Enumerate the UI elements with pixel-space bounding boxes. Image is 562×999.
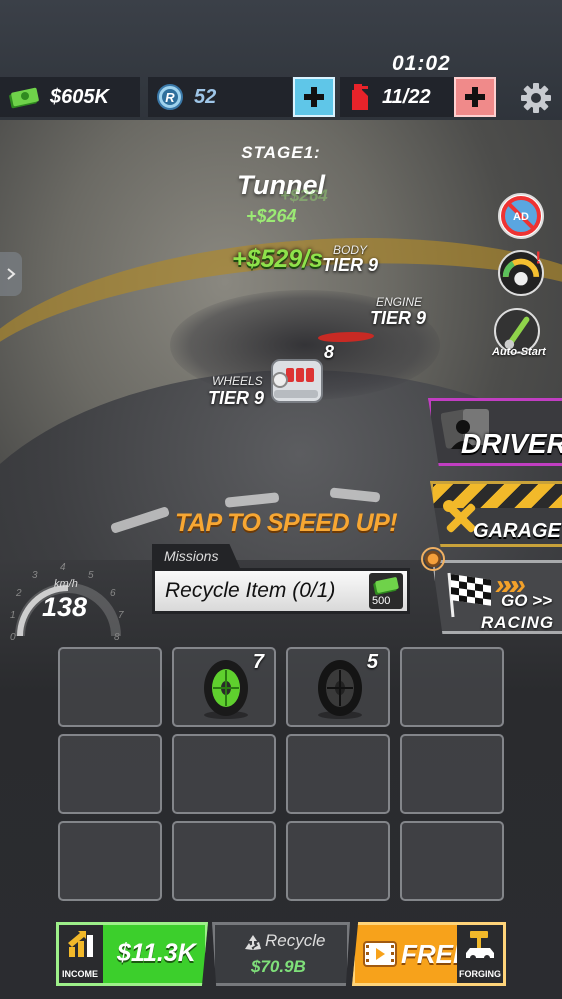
gear-icon	[521, 83, 551, 113]
merge-grid: 7 5	[58, 647, 504, 905]
speed-tick: 2	[15, 588, 22, 599]
grid-slot[interactable]	[58, 647, 162, 727]
body-tier: TIER 9	[322, 255, 379, 275]
income-value: $11.3K	[117, 939, 196, 967]
go-label: GO >>	[501, 591, 553, 610]
speed-unit: km/h	[54, 578, 78, 590]
chevron-right-icon	[7, 268, 16, 280]
no-ads-icon: AD	[501, 196, 541, 236]
forging-icon-box: FORGING	[457, 925, 503, 983]
engine-tier: TIER 9	[370, 308, 427, 328]
stage-label: STAGE1:	[241, 143, 321, 162]
plus-icon	[465, 87, 485, 107]
income-label: INCOME	[62, 969, 98, 979]
grid-slot[interactable]: 7	[172, 647, 276, 727]
grid-slot[interactable]	[286, 821, 390, 901]
speed-tick: 1	[10, 610, 16, 621]
wheels-tier: TIER 9	[208, 388, 265, 408]
grid-slot[interactable]	[172, 821, 276, 901]
tap-hint: TAP TO SPEED UP!	[175, 509, 398, 537]
video-ad-icon	[363, 941, 397, 967]
engine-item[interactable]: 8	[264, 342, 334, 410]
plus-icon	[304, 87, 324, 107]
expand-side-panel-button[interactable]	[0, 252, 22, 296]
racing-label: RACING	[481, 613, 555, 632]
driver-button[interactable]: DRIVER	[428, 398, 562, 466]
fuel-can-icon	[348, 82, 372, 112]
missions-tab: Missions	[152, 544, 240, 568]
speed-tick: 3	[32, 570, 38, 581]
speedometer: 0 1 2 3 4 5 6 7 8 km/h 138	[8, 548, 128, 648]
garage-button[interactable]: GARAGE	[430, 481, 562, 547]
racing-button[interactable]: »»» GO >> RACING	[432, 560, 562, 634]
green-wheel-icon	[204, 660, 248, 719]
item-level: 7	[252, 651, 264, 673]
income-button[interactable]: INCOME $11.3K	[56, 922, 208, 986]
wheels-part-label: WHEELS	[212, 374, 263, 388]
speed-value: 138	[42, 592, 88, 622]
mission-reward: 500	[369, 573, 403, 609]
black-wheel-icon	[318, 660, 362, 719]
add-premium-button[interactable]	[293, 77, 335, 117]
settings-button[interactable]	[520, 82, 552, 114]
grid-slot[interactable]	[400, 821, 504, 901]
race-ready-indicator	[421, 547, 445, 571]
svg-text:R: R	[165, 90, 175, 105]
grid-slot[interactable]	[58, 821, 162, 901]
mission-reward-value: 500	[372, 595, 391, 607]
checkered-flag-icon	[447, 572, 491, 618]
grid-slot[interactable]	[400, 647, 504, 727]
gauge-alert-icon: !	[502, 251, 541, 286]
add-fuel-button[interactable]	[454, 77, 496, 117]
r-coin-icon: R	[156, 83, 184, 111]
forging-label: FORGING	[459, 969, 501, 979]
speed-tick: 7	[118, 610, 124, 621]
grid-slot[interactable]	[286, 734, 390, 814]
fuel-display: 11/22	[340, 77, 454, 117]
svg-text:!: !	[535, 251, 541, 267]
recycle-value: $70.9B	[251, 957, 306, 976]
cash-display: $605K	[0, 77, 140, 117]
grid-slot[interactable]	[400, 734, 504, 814]
engine-part-label: ENGINE	[376, 295, 423, 309]
recycle-label: Recycle	[265, 931, 326, 950]
driver-label: DRIVER	[461, 428, 562, 459]
svg-text:AD: AD	[513, 211, 529, 223]
premium-value: 52	[194, 85, 217, 108]
premium-display: R 52	[148, 77, 292, 117]
speed-tick: 8	[114, 632, 120, 643]
grid-slot[interactable]	[172, 734, 276, 814]
grid-slot[interactable]	[58, 734, 162, 814]
mission-text: Recycle Item (0/1)	[165, 579, 336, 602]
floating-earning-faded: +$264	[280, 186, 328, 205]
boost-button[interactable]: !	[498, 250, 544, 296]
mission-panel[interactable]: Recycle Item (0/1) 500	[152, 568, 410, 614]
cash-icon	[8, 84, 40, 110]
income-icon-box: INCOME	[59, 925, 103, 983]
speed-tick: 6	[110, 588, 116, 599]
hammer-car-icon	[466, 931, 494, 961]
speed-tick: 0	[10, 632, 16, 643]
fuel-value: 11/22	[382, 85, 431, 108]
engine-level: 8	[324, 342, 335, 362]
cash-value: $605K	[50, 85, 109, 108]
income-rate: +$529/s	[232, 245, 324, 273]
fuel-timer: 01:02	[392, 52, 451, 75]
garage-label: GARAGE	[473, 520, 561, 542]
speed-tick: 5	[88, 570, 94, 581]
recycle-button[interactable]: Recycle $70.9B	[212, 922, 350, 986]
floating-earning: +$264	[246, 206, 297, 226]
income-up-icon	[68, 931, 93, 957]
forging-button[interactable]: FREE FORGING	[352, 922, 506, 986]
item-level: 5	[366, 651, 378, 673]
no-ads-button[interactable]: AD	[498, 193, 544, 239]
grid-slot[interactable]: 5	[286, 647, 390, 727]
speed-tick: 4	[60, 562, 66, 573]
recycle-icon	[245, 935, 261, 950]
auto-start-label: Auto-Start	[492, 346, 546, 358]
